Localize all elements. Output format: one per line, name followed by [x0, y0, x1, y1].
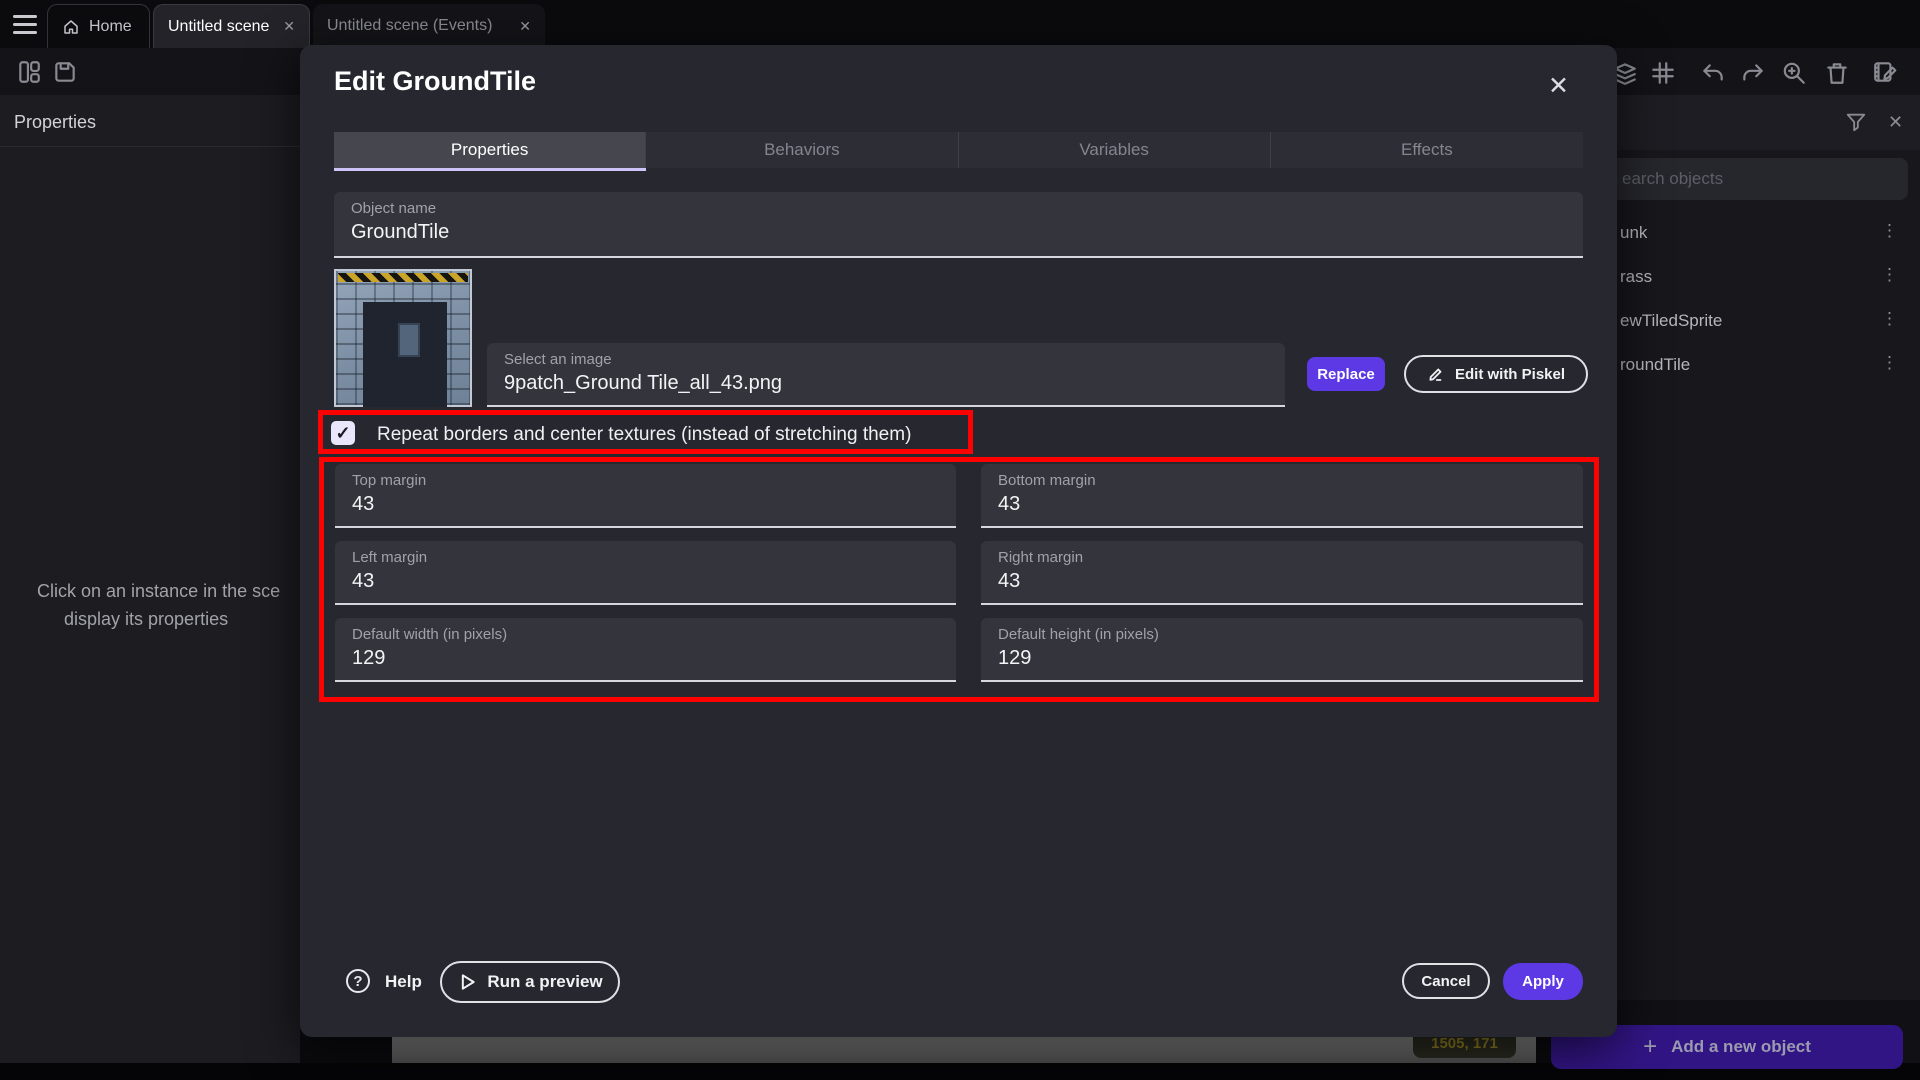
properties-panel-title: Properties — [14, 112, 96, 133]
object-name: ewTiledSprite — [1620, 311, 1722, 331]
kebab-menu-icon[interactable]: ⋮ — [1881, 353, 1898, 373]
pencil-icon — [1427, 365, 1445, 383]
field-value: 43 — [998, 570, 1020, 593]
grid-icon[interactable] — [1650, 60, 1676, 86]
empty-selection-message-line1: Click on an instance in the sce — [37, 581, 280, 602]
tab-behaviors[interactable]: Behaviors — [646, 132, 958, 168]
question-mark: ? — [353, 973, 362, 990]
run-preview-button[interactable]: Run a preview — [440, 961, 620, 1003]
sprite-thumbnail[interactable] — [334, 269, 472, 407]
objects-panel-header: ✕ — [1617, 95, 1920, 150]
top-margin-field[interactable]: Top margin 43 — [335, 464, 956, 528]
empty-selection-message-line2: display its properties — [64, 609, 228, 630]
redo-icon[interactable] — [1740, 60, 1766, 86]
default-height-field[interactable]: Default height (in pixels) 129 — [981, 618, 1583, 682]
object-list-item[interactable]: unk ⋮ — [1617, 210, 1920, 254]
object-name-field[interactable]: Object name GroundTile — [334, 192, 1583, 258]
select-image-label: Select an image — [504, 351, 612, 368]
default-width-field[interactable]: Default width (in pixels) 129 — [335, 618, 956, 682]
field-value: 129 — [352, 647, 385, 670]
object-name: rass — [1620, 267, 1652, 287]
right-margin-field[interactable]: Right margin 43 — [981, 541, 1583, 605]
field-label: Bottom margin — [998, 472, 1096, 489]
active-tab-indicator — [334, 168, 646, 171]
edit-with-piskel-label: Edit with Piskel — [1455, 366, 1565, 383]
close-tab-icon[interactable]: ✕ — [519, 18, 531, 35]
help-label[interactable]: Help — [385, 972, 422, 992]
cancel-label: Cancel — [1421, 973, 1470, 990]
stone-detail — [398, 323, 420, 357]
tab-effects[interactable]: Effects — [1271, 132, 1583, 168]
edit-with-piskel-button[interactable]: Edit with Piskel — [1404, 355, 1588, 393]
field-value: 43 — [998, 493, 1020, 516]
object-name-label: Object name — [351, 200, 436, 217]
object-name: unk — [1620, 223, 1647, 243]
tab-properties[interactable]: Properties — [334, 132, 646, 168]
help-icon[interactable]: ? — [346, 969, 370, 993]
apply-label: Apply — [1522, 973, 1564, 990]
object-name-value: GroundTile — [351, 221, 449, 244]
hazard-stripe — [338, 273, 468, 282]
run-preview-label: Run a preview — [487, 972, 602, 992]
panels-layout-icon[interactable] — [16, 59, 42, 85]
replace-button[interactable]: Replace — [1307, 357, 1385, 391]
home-icon — [62, 18, 80, 36]
scene-properties-edit-icon[interactable] — [1872, 59, 1898, 85]
object-list-item[interactable]: rass ⋮ — [1617, 254, 1920, 298]
image-filename-value: 9patch_Ground Tile_all_43.png — [504, 372, 782, 395]
check-icon: ✓ — [335, 423, 350, 444]
dialog-title: Edit GroundTile — [334, 66, 536, 97]
field-value: 129 — [998, 647, 1031, 670]
plus-icon: + — [1643, 1033, 1657, 1061]
field-value: 43 — [352, 570, 374, 593]
close-tab-icon[interactable]: ✕ — [283, 18, 295, 35]
kebab-menu-icon[interactable]: ⋮ — [1881, 265, 1898, 285]
cancel-button[interactable]: Cancel — [1402, 963, 1490, 999]
close-panel-icon[interactable]: ✕ — [1888, 112, 1903, 133]
search-placeholder: earch objects — [1622, 169, 1723, 189]
kebab-menu-icon[interactable]: ⋮ — [1881, 309, 1898, 329]
tab-home-label: Home — [89, 18, 132, 36]
play-icon — [457, 972, 477, 992]
object-name: roundTile — [1620, 355, 1690, 375]
objects-panel: ✕ earch objects unk ⋮ rass ⋮ ewTiledSpri… — [1617, 95, 1920, 1080]
field-label: Default width (in pixels) — [352, 626, 507, 643]
zoom-in-icon[interactable] — [1781, 60, 1807, 86]
tab-events-label: Untitled scene (Events) — [327, 17, 492, 35]
replace-label: Replace — [1317, 366, 1375, 383]
scene-canvas-edge — [392, 1037, 1536, 1063]
select-image-field[interactable]: Select an image 9patch_Ground Tile_all_4… — [487, 343, 1285, 407]
repeat-borders-label: Repeat borders and center textures (inst… — [377, 424, 911, 446]
undo-icon[interactable] — [1700, 60, 1726, 86]
tab-home[interactable]: Home — [47, 4, 150, 48]
object-list-item[interactable]: ewTiledSprite ⋮ — [1617, 298, 1920, 342]
filter-funnel-icon[interactable] — [1845, 111, 1867, 133]
dialog-close-icon[interactable]: ✕ — [1548, 71, 1569, 101]
top-tab-bar: Home Untitled scene ✕ Untitled scene (Ev… — [0, 0, 1920, 48]
object-list-item[interactable]: roundTile ⋮ — [1617, 342, 1920, 386]
panel-divider — [0, 146, 300, 147]
add-new-object-label: Add a new object — [1671, 1037, 1811, 1057]
trash-icon[interactable] — [1824, 60, 1850, 86]
field-label: Default height (in pixels) — [998, 626, 1159, 643]
kebab-menu-icon[interactable]: ⋮ — [1881, 221, 1898, 241]
edit-object-dialog: Edit GroundTile ✕ Properties Behaviors V… — [300, 45, 1617, 1037]
save-icon[interactable] — [52, 59, 78, 85]
tab-variables[interactable]: Variables — [959, 132, 1271, 168]
tab-scene-label: Untitled scene — [168, 18, 269, 36]
dialog-tab-bar: Properties Behaviors Variables Effects — [334, 132, 1583, 168]
hamburger-menu-icon[interactable] — [13, 15, 37, 33]
app-root: Home Untitled scene ✕ Untitled scene (Ev… — [0, 0, 1920, 1080]
field-value: 43 — [352, 493, 374, 516]
tab-untitled-scene[interactable]: Untitled scene ✕ — [153, 4, 310, 48]
repeat-borders-checkbox[interactable]: ✓ — [331, 421, 355, 445]
bottom-margin-field[interactable]: Bottom margin 43 — [981, 464, 1583, 528]
properties-panel: Properties Click on an instance in the s… — [0, 95, 300, 1063]
field-label: Top margin — [352, 472, 426, 489]
tab-untitled-scene-events[interactable]: Untitled scene (Events) ✕ — [313, 4, 545, 48]
field-label: Right margin — [998, 549, 1083, 566]
field-label: Left margin — [352, 549, 427, 566]
left-margin-field[interactable]: Left margin 43 — [335, 541, 956, 605]
apply-button[interactable]: Apply — [1503, 963, 1583, 1000]
